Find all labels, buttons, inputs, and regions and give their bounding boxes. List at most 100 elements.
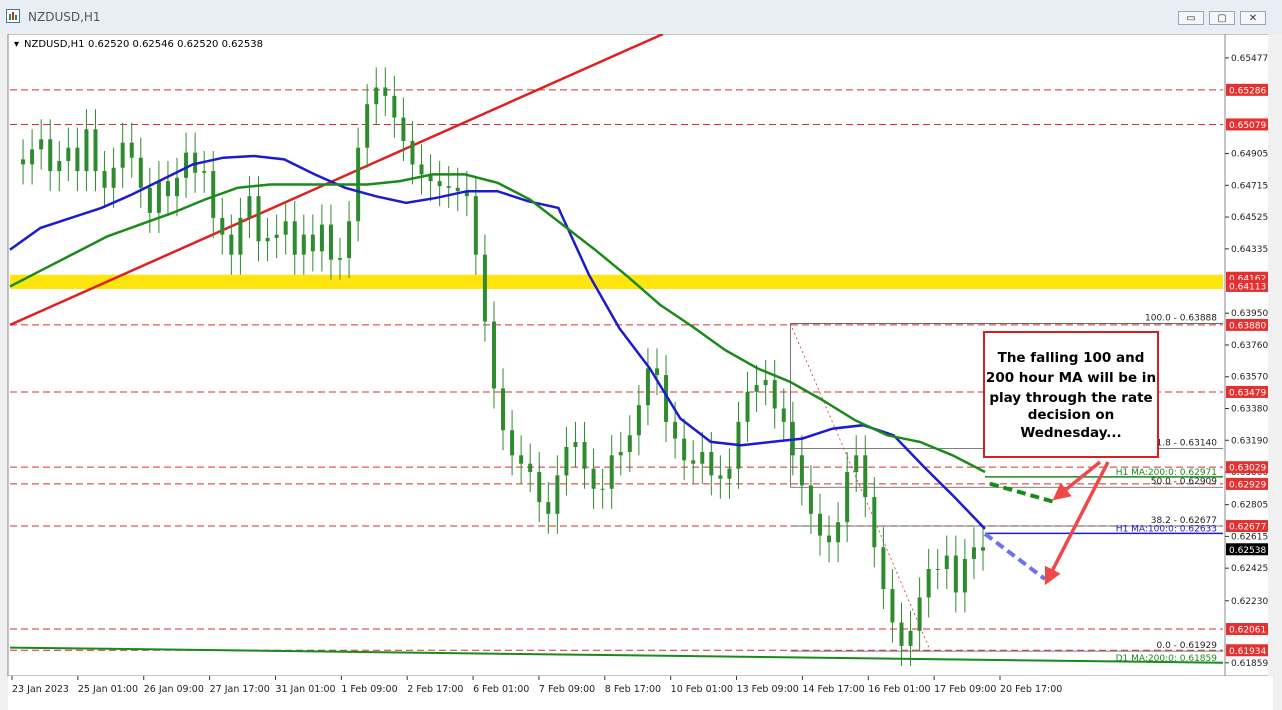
candle-body (365, 104, 370, 148)
candle-body (935, 569, 940, 570)
x-tick-label-6: 2 Feb 17:00 (407, 684, 463, 695)
price-label-5: 0.63479 (1229, 388, 1266, 398)
candle-body (374, 87, 379, 105)
candle-body (247, 196, 252, 218)
restore-button[interactable]: ▢ (1209, 11, 1235, 25)
candle-body (84, 129, 89, 172)
candle-body (627, 435, 632, 452)
price-label-10: 0.62061 (1229, 626, 1266, 636)
y-tick-label-8: 0.63380 (1231, 405, 1268, 415)
candle-body (392, 95, 397, 118)
window-titlebar[interactable]: NZDUSD,H1 ▭ ▢ ✕ (0, 0, 1282, 34)
candle-body (30, 149, 35, 165)
chart-window-icon (6, 9, 20, 23)
scroll-gutter (1268, 34, 1282, 676)
candle-body (944, 555, 949, 569)
candle-body (609, 455, 614, 489)
candle-body (981, 547, 985, 551)
candle-body (482, 254, 487, 322)
candle-body (473, 196, 478, 255)
candle-body (75, 147, 80, 172)
support-zone-band (10, 274, 1223, 289)
candle-body (781, 408, 786, 422)
candle-body (455, 187, 460, 192)
candle-body (229, 234, 234, 255)
x-tick-label-5: 1 Feb 09:00 (341, 684, 397, 695)
minimize-button[interactable]: ▭ (1178, 11, 1204, 25)
candle-body (917, 597, 922, 631)
candle-body (301, 234, 306, 255)
x-tick-label-1: 25 Jan 01:00 (78, 684, 138, 695)
candle-body (772, 380, 777, 409)
candle-body (66, 147, 71, 162)
y-tick-label-0: 0.65477 (1231, 54, 1268, 64)
price-label-8: 0.62677 (1229, 523, 1266, 533)
candle-body (419, 164, 424, 175)
candle-body (202, 171, 207, 173)
candle-body (890, 589, 895, 623)
y-tick-label-12: 0.62615 (1231, 532, 1268, 542)
candle-body (238, 217, 243, 255)
callout-line-1: The falling 100 and (998, 350, 1145, 366)
candle-body (147, 187, 152, 213)
candle-body (908, 630, 913, 646)
candle-body (953, 555, 958, 593)
candle-body (863, 455, 868, 498)
fib-level-label-50.0: 50.0 - 0.62909 (1151, 477, 1217, 487)
candle-body (546, 502, 551, 514)
candle-body (808, 485, 813, 514)
candle-body (102, 171, 107, 188)
indicator-label-1: H1 MA:100:0: 0.62633 (1116, 524, 1217, 534)
candle-body (899, 622, 904, 646)
candle-body (691, 460, 696, 464)
candle-body (745, 391, 750, 422)
callout-line-5: Wednesday... (1020, 425, 1121, 441)
price-label-4: 0.63880 (1229, 321, 1266, 331)
candle-body (709, 451, 714, 476)
candle-body (138, 157, 143, 188)
candle-body (636, 405, 641, 436)
fib-level-label-61.8: 61.8 - 0.63140 (1151, 439, 1217, 449)
candle-body (827, 535, 832, 543)
candle-body (446, 186, 451, 188)
price-label-0: 0.65286 (1229, 86, 1266, 96)
candle-body (93, 129, 98, 172)
y-tick-label-14: 0.62230 (1231, 597, 1268, 607)
candle-body (582, 441, 587, 469)
x-tick-label-9: 8 Feb 17:00 (605, 684, 661, 695)
price-chart[interactable]: 100.0 - 0.63888 61.8 - 0.63140 50.0 - 0.62… (0, 34, 1282, 710)
candle-body (156, 181, 161, 213)
candle-body (328, 224, 333, 260)
candle-body (184, 152, 189, 178)
price-label-1: 0.65079 (1229, 121, 1266, 131)
candle-body (872, 497, 877, 548)
candle-body (437, 181, 442, 187)
symbol-dropdown-arrow[interactable]: ▾ (14, 39, 19, 50)
candle-body (962, 558, 967, 593)
candle-body (501, 388, 506, 431)
x-tick-label-4: 31 Jan 01:00 (275, 684, 335, 695)
close-button[interactable]: ✕ (1240, 11, 1266, 25)
x-tick-label-13: 16 Feb 01:00 (868, 684, 930, 695)
y-tick-label-6: 0.63760 (1231, 341, 1268, 351)
y-tick-label-4: 0.64335 (1231, 245, 1268, 255)
candle-body (491, 321, 496, 389)
candle-body (528, 463, 533, 473)
annotation-callout: The falling 100 and 200 hour MA will be … (983, 331, 1159, 458)
y-tick-label-5: 0.63950 (1231, 309, 1268, 319)
candle-body (564, 446, 569, 476)
candle-body (537, 472, 542, 503)
candle-body (817, 513, 822, 536)
candle-body (600, 488, 605, 490)
candle-body (673, 421, 678, 439)
candle-body (310, 234, 315, 252)
candle-body (573, 441, 578, 447)
candle-body (21, 159, 26, 165)
candle-body (48, 139, 53, 172)
candle-body (718, 475, 723, 479)
x-tick-label-8: 7 Feb 09:00 (539, 684, 595, 695)
candle-body (519, 455, 524, 464)
price-label-6: 0.63029 (1229, 464, 1266, 474)
candle-body (410, 141, 415, 165)
candle-body (265, 237, 270, 242)
